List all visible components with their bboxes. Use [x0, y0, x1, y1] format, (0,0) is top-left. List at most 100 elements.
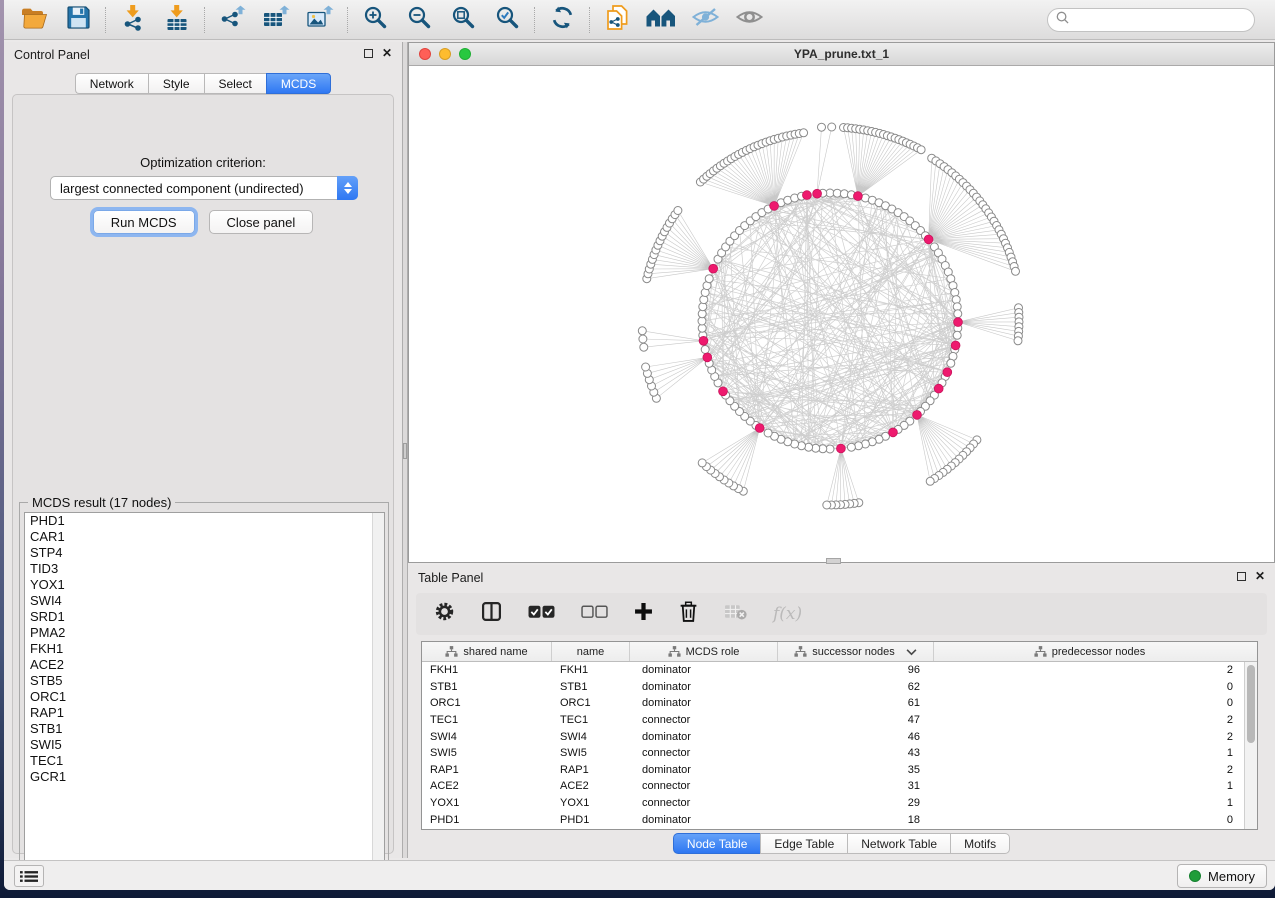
deselect-all-rows-button[interactable] [581, 604, 608, 625]
table-cell[interactable]: YOX1 [422, 797, 552, 809]
run-mcds-button[interactable]: Run MCDS [93, 210, 195, 234]
open-file-button[interactable] [12, 3, 56, 37]
table-cell[interactable]: 0 [934, 814, 1245, 826]
table-cell[interactable]: connector [630, 714, 778, 726]
zoom-fit-button[interactable] [441, 3, 485, 37]
table-scrollbar-thumb[interactable] [1247, 665, 1255, 743]
table-cell[interactable]: connector [630, 747, 778, 759]
table-cell[interactable]: 62 [778, 681, 934, 693]
table-cell[interactable]: ORC1 [422, 697, 552, 709]
table-cell[interactable]: 35 [778, 764, 934, 776]
delete-columns-button[interactable] [679, 601, 698, 627]
column-header-predecessor-nodes[interactable]: predecessor nodes [934, 642, 1245, 661]
table-cell[interactable]: PHD1 [552, 814, 630, 826]
table-cell[interactable]: 2 [934, 764, 1245, 776]
table-cell[interactable]: 46 [778, 731, 934, 743]
mcds-result-item[interactable]: ORC1 [25, 689, 384, 705]
table-cell[interactable]: 96 [778, 664, 934, 676]
mcds-result-item[interactable]: STP4 [25, 545, 384, 561]
table-cell[interactable]: 29 [778, 797, 934, 809]
float-panel-icon[interactable] [364, 49, 373, 58]
table-cell[interactable]: 47 [778, 714, 934, 726]
table-cell[interactable]: 31 [778, 780, 934, 792]
mcds-list-scrollbar[interactable] [372, 513, 384, 869]
mcds-result-item[interactable]: TID3 [25, 561, 384, 577]
table-cell[interactable]: 1 [934, 780, 1245, 792]
mcds-result-item[interactable]: RAP1 [25, 705, 384, 721]
table-cell[interactable]: SWI4 [422, 731, 552, 743]
mcds-result-item[interactable]: SWI5 [25, 737, 384, 753]
table-row[interactable]: TEC1TEC1connector472 [422, 712, 1245, 729]
table-cell[interactable]: PHD1 [422, 814, 552, 826]
table-cell[interactable]: 1 [934, 797, 1245, 809]
table-cell[interactable]: ACE2 [552, 780, 630, 792]
table-cell[interactable]: 43 [778, 747, 934, 759]
tab-network-table[interactable]: Network Table [847, 833, 950, 854]
table-cell[interactable]: YOX1 [552, 797, 630, 809]
table-cell[interactable]: 18 [778, 814, 934, 826]
table-cell[interactable]: FKH1 [422, 664, 552, 676]
table-row[interactable]: SWI4SWI4dominator462 [422, 728, 1245, 745]
tab-node-table[interactable]: Node Table [673, 833, 761, 854]
mcds-result-item[interactable]: ACE2 [25, 657, 384, 673]
table-cell[interactable]: RAP1 [552, 764, 630, 776]
table-row[interactable]: PHD1PHD1dominator180 [422, 811, 1245, 828]
zoom-out-button[interactable] [397, 3, 441, 37]
table-cell[interactable]: dominator [630, 681, 778, 693]
table-cell[interactable]: 2 [934, 664, 1245, 676]
mcds-result-item[interactable]: PMA2 [25, 625, 384, 641]
table-cell[interactable]: SWI4 [552, 731, 630, 743]
column-header-MCDS-role[interactable]: MCDS role [630, 642, 778, 661]
table-cell[interactable]: ORC1 [552, 697, 630, 709]
column-header-successor-nodes[interactable]: successor nodes [778, 642, 934, 661]
table-cell[interactable]: connector [630, 780, 778, 792]
table-row[interactable]: SWI5SWI5connector431 [422, 745, 1245, 762]
select-all-rows-button[interactable] [528, 604, 555, 625]
mcds-result-item[interactable]: YOX1 [25, 577, 384, 593]
mcds-result-item[interactable]: TEC1 [25, 753, 384, 769]
export-table-button[interactable] [254, 3, 298, 37]
search-box[interactable] [1047, 8, 1255, 32]
mcds-result-item[interactable]: FKH1 [25, 641, 384, 657]
network-window-titlebar[interactable]: YPA_prune.txt_1 [409, 43, 1274, 66]
vertical-splitter-handle[interactable] [403, 443, 407, 459]
table-row[interactable]: YOX1YOX1connector291 [422, 795, 1245, 812]
mcds-result-item[interactable]: GCR1 [25, 769, 384, 785]
table-row[interactable]: STB1STB1dominator620 [422, 679, 1245, 696]
table-scrollbar[interactable] [1244, 662, 1257, 829]
table-cell[interactable]: TEC1 [422, 714, 552, 726]
table-cell[interactable]: connector [630, 797, 778, 809]
export-image-button[interactable] [298, 3, 342, 37]
memory-button[interactable]: Memory [1177, 864, 1267, 888]
table-cell[interactable]: 61 [778, 697, 934, 709]
minimize-window-traffic-light[interactable] [439, 48, 451, 60]
zoom-selected-button[interactable] [485, 3, 529, 37]
table-cell[interactable]: STB1 [422, 681, 552, 693]
table-cell[interactable]: RAP1 [422, 764, 552, 776]
tab-mcds[interactable]: MCDS [266, 73, 331, 94]
mcds-result-list[interactable]: PHD1CAR1STP4TID3YOX1SWI4SRD1PMA2FKH1ACE2… [24, 512, 385, 870]
column-settings-button[interactable] [434, 601, 455, 627]
table-row[interactable]: ORC1ORC1dominator610 [422, 695, 1245, 712]
table-cell[interactable]: 2 [934, 731, 1245, 743]
table-row[interactable]: ACE2ACE2connector311 [422, 778, 1245, 795]
table-cell[interactable]: dominator [630, 731, 778, 743]
tab-edge-table[interactable]: Edge Table [760, 833, 847, 854]
table-cell[interactable]: SWI5 [422, 747, 552, 759]
tab-network[interactable]: Network [75, 73, 148, 94]
table-row[interactable]: RAP1RAP1dominator352 [422, 762, 1245, 779]
close-window-traffic-light[interactable] [419, 48, 431, 60]
new-network-from-selection-button[interactable] [595, 3, 639, 37]
zoom-in-button[interactable] [353, 3, 397, 37]
table-cell[interactable]: SWI5 [552, 747, 630, 759]
maximize-window-traffic-light[interactable] [459, 48, 471, 60]
hide-selected-button[interactable] [683, 3, 727, 37]
table-cell[interactable]: FKH1 [552, 664, 630, 676]
table-cell[interactable]: dominator [630, 814, 778, 826]
horizontal-splitter-handle[interactable] [826, 558, 841, 564]
mcds-result-item[interactable]: STB5 [25, 673, 384, 689]
float-table-panel-icon[interactable] [1237, 572, 1246, 581]
table-cell[interactable]: 0 [934, 697, 1245, 709]
table-cell[interactable]: dominator [630, 764, 778, 776]
criterion-dropdown[interactable]: largest connected component (undirected) [50, 176, 358, 200]
